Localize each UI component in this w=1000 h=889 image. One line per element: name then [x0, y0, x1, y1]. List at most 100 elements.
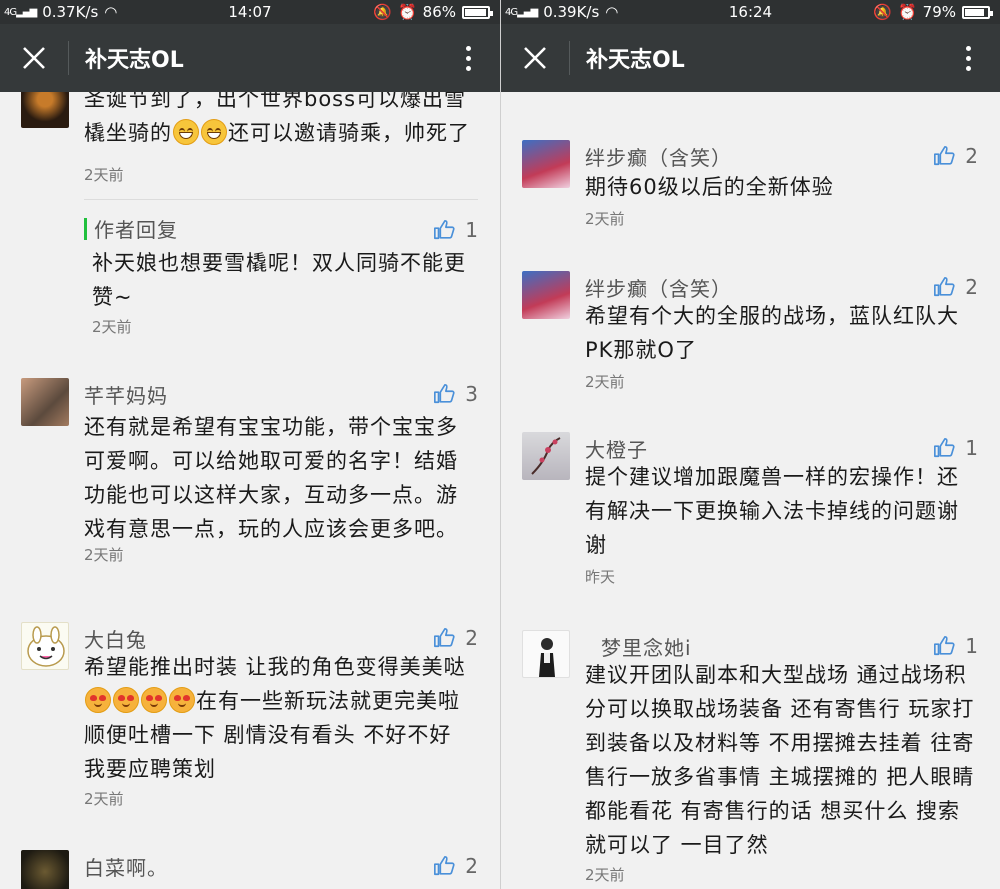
thumbs-up-icon [434, 220, 455, 240]
battery-percent: 86% [422, 3, 456, 21]
comment-author: 大白兔 [84, 628, 147, 652]
battery-percent: 79% [922, 3, 956, 21]
comment-author: 大橙子 [585, 438, 648, 462]
reply-author: 作者回复 [94, 218, 178, 242]
screen-left: 4G▂▄▆ 0.37K/s ◠ 14:07 🔕 ⏰ 86% 补天志OL 圣诞节到… [0, 0, 500, 889]
nav-bar: 补天志OL [501, 24, 1000, 92]
comment-list[interactable]: 绊步癫（含笑） 2 期待60级以后的全新体验 2天前 绊步癫（含笑） 2 希望有… [501, 92, 1000, 889]
like-count: 2 [965, 144, 978, 168]
comment-list[interactable]: 圣诞节到了，出个世界boss可以爆出雪橇坐骑的 还可以邀请骑乘，帅死了 2天前 作… [0, 92, 500, 889]
alarm-icon: ⏰ [897, 3, 917, 21]
comment-author: 绊步癫（含笑） [585, 146, 732, 170]
like-count: 1 [965, 436, 978, 460]
avatar[interactable] [21, 622, 69, 670]
network-speed: 0.39K/s [543, 3, 600, 21]
like-button[interactable]: 1 [433, 218, 478, 242]
comment-author: 绊步癫（含笑） [585, 277, 732, 301]
battery-icon [462, 5, 493, 19]
like-button[interactable]: 1 [933, 634, 978, 658]
comment-text: 建议开团队副本和大型战场 通过战场积分可以换取战场装备 还有寄售行 玩家打到装备… [585, 663, 975, 857]
thumbs-up-icon [934, 277, 955, 297]
comment-time: 2天前 [84, 546, 124, 564]
heart-eyes-emoji-icon [85, 687, 111, 713]
network-speed: 0.37K/s [42, 3, 99, 21]
comment-author: 梦里念她i [601, 636, 692, 660]
like-button[interactable]: 1 [933, 436, 978, 460]
close-icon [524, 47, 546, 69]
comment-author: 白菜啊。 [84, 856, 168, 880]
bunny-avatar-icon [27, 626, 65, 667]
like-count: 3 [465, 382, 478, 406]
avatar[interactable] [21, 92, 69, 128]
avatar[interactable] [522, 630, 570, 678]
like-count: 2 [465, 854, 478, 878]
comment-text: 还有就是希望有宝宝功能，带个宝宝多可爱啊。可以给她取可爱的名字！结婚功能也可以这… [84, 415, 458, 541]
author-reply: 作者回复 1 补天娘也想要雪橇呢！双人同骑不能更赞~ 2天前 [84, 199, 478, 349]
battery-icon [962, 5, 993, 19]
comment-text: 圣诞节到了，出个世界boss可以爆出雪橇坐骑的 还可以邀请骑乘，帅死了 [84, 92, 470, 145]
comment-text: 期待60级以后的全新体验 [585, 175, 834, 199]
comment-time: 2天前 [585, 373, 625, 391]
thumbs-up-icon [934, 146, 955, 166]
avatar[interactable] [522, 271, 570, 319]
grin-emoji-icon [201, 119, 227, 145]
wifi-icon: ◠ [605, 3, 619, 21]
heart-eyes-emoji-icon [113, 687, 139, 713]
alarm-icon: ⏰ [397, 3, 417, 21]
page-title: 补天志OL [85, 48, 184, 73]
avatar[interactable] [522, 432, 570, 480]
heart-eyes-emoji-icon [141, 687, 167, 713]
more-button[interactable] [936, 24, 1000, 92]
status-bar: 4G▂▄▆ 0.39K/s ◠ 16:24 🔕 ⏰ 79% [501, 0, 1000, 24]
reply-time: 2天前 [92, 318, 132, 336]
nav-bar: 补天志OL [0, 24, 500, 92]
comment-text: 希望有个大的全服的战场，蓝队红队大PK那就O了 [585, 304, 959, 362]
avatar[interactable] [21, 850, 69, 889]
mute-icon: 🔕 [873, 3, 892, 21]
signal-icon: 4G▂▄▆ [4, 6, 37, 18]
page-title: 补天志OL [586, 48, 685, 73]
like-button[interactable]: 2 [433, 854, 478, 878]
reply-marker [84, 218, 87, 240]
avatar[interactable] [522, 140, 570, 188]
like-count: 2 [965, 275, 978, 299]
like-count: 2 [465, 626, 478, 650]
heart-eyes-emoji-icon [169, 687, 195, 713]
comment-time: 2天前 [585, 210, 625, 228]
signal-icon: 4G▂▄▆ [505, 6, 538, 18]
comment-text: 提个建议增加跟魔兽一样的宏操作！还有解决一下更换输入法卡掉线的问题谢谢 [585, 465, 959, 557]
like-button[interactable]: 2 [933, 144, 978, 168]
nav-divider [569, 41, 570, 75]
like-count: 1 [965, 634, 978, 658]
thumbs-up-icon [934, 438, 955, 458]
status-bar: 4G▂▄▆ 0.37K/s ◠ 14:07 🔕 ⏰ 86% [0, 0, 500, 24]
comment-time: 昨天 [585, 568, 616, 586]
comment-author: 芊芊妈妈 [84, 384, 168, 408]
screen-right: 4G▂▄▆ 0.39K/s ◠ 16:24 🔕 ⏰ 79% 补天志OL 绊步癫（… [500, 0, 1000, 889]
comment-text: 希望能推出时装 让我的角色变得美美哒 在有一些新玩法就更完美啦 顺便吐槽一下 剧情… [84, 655, 466, 781]
comment-time: 2天前 [585, 866, 625, 884]
wifi-icon: ◠ [104, 3, 118, 21]
close-button[interactable] [501, 24, 569, 92]
nav-divider [68, 41, 69, 75]
grin-emoji-icon [173, 119, 199, 145]
more-button[interactable] [436, 24, 500, 92]
mute-icon: 🔕 [373, 3, 392, 21]
like-button[interactable]: 2 [933, 275, 978, 299]
person-avatar-icon [539, 638, 555, 677]
like-count: 1 [465, 218, 478, 242]
like-button[interactable]: 3 [433, 382, 478, 406]
blossom-avatar-icon [531, 437, 561, 475]
close-button[interactable] [0, 24, 68, 92]
close-icon [23, 47, 45, 69]
thumbs-up-icon [434, 384, 455, 404]
screens: 4G▂▄▆ 0.37K/s ◠ 14:07 🔕 ⏰ 86% 补天志OL 圣诞节到… [0, 0, 1000, 889]
comment-time: 2天前 [84, 166, 124, 184]
comment-time: 2天前 [84, 790, 124, 808]
thumbs-up-icon [434, 856, 455, 876]
thumbs-up-icon [934, 636, 955, 656]
avatar[interactable] [21, 378, 69, 426]
thumbs-up-icon [434, 628, 455, 648]
reply-text: 补天娘也想要雪橇呢！双人同骑不能更赞~ [92, 251, 466, 309]
like-button[interactable]: 2 [433, 626, 478, 650]
